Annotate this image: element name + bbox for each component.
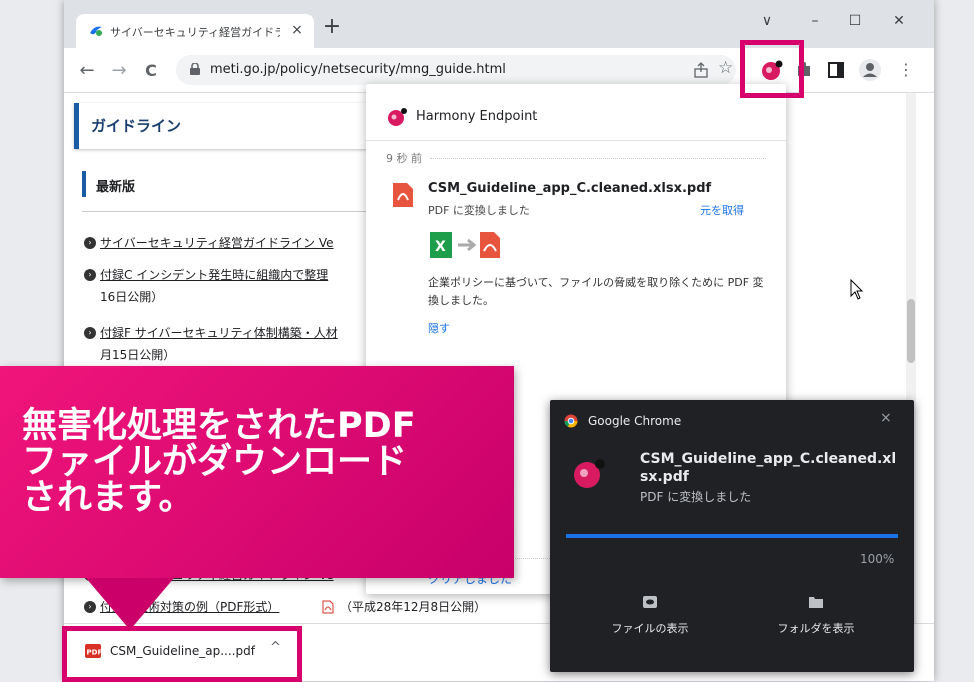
notification-close-icon[interactable]: × [880,410,892,426]
list-item-link[interactable]: サイバーセキュリティ経営ガイドライン Ve [100,233,334,253]
file-status: PDF に変換しました [428,204,530,217]
menu-kebab-icon[interactable]: ⋮ [898,60,914,79]
maximize-button[interactable]: ☐ [840,10,870,32]
url-text: meti.go.jp/policy/netsecurity/mng_guide.… [210,62,506,77]
scrollbar-thumb[interactable] [907,299,915,363]
bullet-arrow-icon: › [84,237,96,249]
guideline-heading: ガイドライン [74,103,389,149]
mouse-cursor-icon [850,279,864,300]
folder-icon [809,597,823,608]
harmony-logo-icon [574,459,605,488]
list-item-date: （平成28年12月8日公開） [340,600,487,614]
show-file-label: ファイルの表示 [611,622,689,635]
side-panel-icon[interactable] [826,60,846,80]
pdf-icon [393,183,413,207]
reload-button[interactable]: C [140,60,162,82]
conversion-description: 企業ポリシーに基づいて、ファイルの脅威を取り除くために PDF 変換しました。 [428,276,764,307]
back-button[interactable]: ← [76,60,98,82]
divider [430,158,766,159]
harmony-logo-icon [388,108,407,126]
download-highlight-box [62,626,302,682]
tab-title: サイバーセキュリティ経営ガイドラインと [110,26,280,39]
callout-text: 無害化処理をされたPDF ファイルがダウンロード されます。 [22,406,416,518]
profile-avatar-icon[interactable] [858,58,882,82]
close-window-button[interactable]: ✕ [884,10,914,32]
section-heading-text: 最新版 [96,180,136,195]
callout-banner: 無害化処理をされたPDF ファイルがダウンロード されます。 [0,366,514,578]
share-icon[interactable] [692,61,710,79]
svg-text:X: X [435,239,446,255]
panel-header: Harmony Endpoint [366,84,786,141]
show-folder-button[interactable]: フォルダを表示 [746,596,886,652]
list-item: › サイバーセキュリティ経営ガイドライン Ve [84,233,384,255]
list-item-link[interactable]: 付録C インシデント発生時に組織内で整理 [100,265,328,285]
tab-search-dropdown-icon[interactable]: ∨ [752,10,782,32]
list-item-link[interactable]: 付録F サイバーセキュリティ体制構築・人材 [100,323,338,343]
bullet-arrow-icon: › [84,269,96,281]
address-bar[interactable]: meti.go.jp/policy/netsecurity/mng_guide.… [176,55,736,85]
hide-link[interactable]: 隠す [428,320,450,336]
show-folder-label: フォルダを表示 [777,622,855,635]
pdf-file-icon [322,600,334,614]
progress-percent: 100% [860,552,895,566]
time-ago: 9 秒 前 [386,152,422,165]
new-tab-button[interactable]: + [320,16,344,40]
chrome-download-notification: Google Chrome × CSM_Guideline_app_C.clea… [550,400,914,672]
divider [82,211,382,212]
bookmark-star-icon[interactable]: ☆ [718,58,733,78]
tab-close-icon[interactable]: × [288,21,306,39]
notification-body: PDF に変換しました [640,490,752,504]
extension-highlight-box [740,40,804,98]
browser-tab[interactable]: サイバーセキュリティ経営ガイドラインと × [76,14,314,48]
download-progress-bar [566,534,898,538]
minimize-button[interactable]: – [800,10,830,32]
list-item-date: 月15日公開） [100,348,176,362]
chrome-logo-icon [564,414,578,428]
panel-title: Harmony Endpoint [416,109,538,124]
bullet-arrow-icon: › [84,327,96,339]
progress-fill [566,534,898,538]
notification-title: CSM_Guideline_app_C.cleaned.xlsx.pdf [640,451,897,485]
site-favicon-icon [90,26,102,36]
notification-app-name: Google Chrome [588,414,682,428]
list-item: › 付録F サイバーセキュリティ体制構築・人材 月15日公開） [84,323,384,367]
lock-icon [190,63,200,75]
section-heading: 最新版 [82,171,135,197]
list-item-date: 16日公開） [100,290,164,304]
eye-icon [643,596,657,608]
converted-file-name: CSM_Guideline_app_C.cleaned.xlsx.pdf [428,181,712,196]
show-file-button[interactable]: ファイルの表示 [580,596,720,652]
callout-pointer [86,578,174,630]
guideline-heading-text: ガイドライン [91,117,182,135]
list-item: › 付録C インシデント発生時に組織内で整理 16日公開） [84,265,384,309]
xlsx-to-pdf-icon: X [430,232,500,258]
restore-original-link[interactable]: 元を取得 [700,202,744,218]
forward-button[interactable]: → [108,60,130,82]
